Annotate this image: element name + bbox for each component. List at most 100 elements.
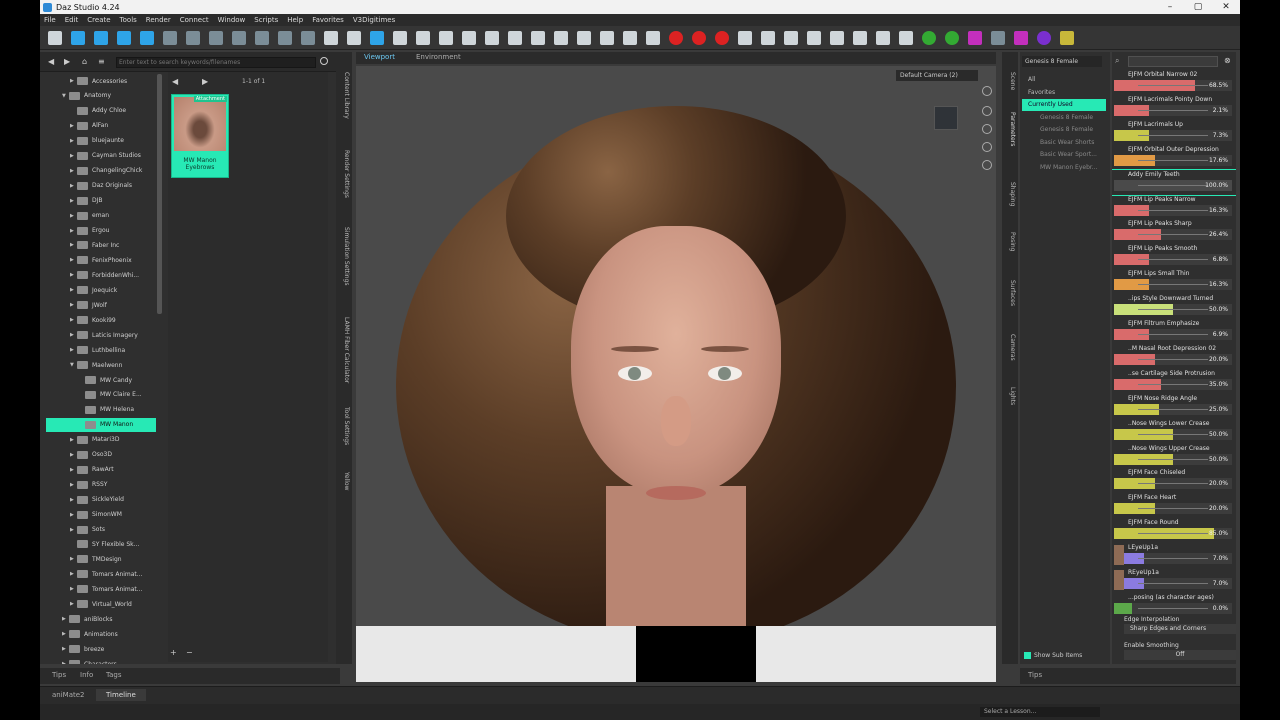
tab-tips-right[interactable]: Tips [1028,671,1042,679]
parameter-bar[interactable]: 20.0% [1114,353,1232,365]
parameter-value[interactable]: 6.9% [1213,331,1228,338]
parameter-slider[interactable]: EJFM Face Round 85.0% [1112,518,1236,543]
expand-arrow-icon[interactable]: ▶ [70,527,77,533]
expand-arrow-icon[interactable]: ▶ [70,482,77,488]
parameter-bar[interactable]: 100.0% [1114,179,1232,191]
figure-pose-5-icon[interactable] [830,30,844,45]
figure-pose-6-icon[interactable] [853,30,867,45]
tree-item[interactable]: MW Claire E... [46,388,156,402]
expand-arrow-icon[interactable]: ▶ [70,213,77,219]
parameter-value[interactable]: 68.5% [1209,82,1228,89]
a-icon[interactable] [1014,30,1028,45]
preset-2-icon[interactable] [255,30,269,45]
tree-item[interactable]: ▶ Virtual_World [46,597,156,611]
tree-item[interactable]: MW Candy [46,373,156,387]
tree-item[interactable]: ▶ bluejaunte [46,134,156,148]
camera-select[interactable]: Default Camera (2) [896,70,978,81]
expand-arrow-icon[interactable]: ▶ [70,153,77,159]
tree-item[interactable]: ▶ Cayman Studios [46,149,156,163]
pose-tool-6-icon[interactable] [577,30,591,45]
expand-arrow-icon[interactable]: ▶ [70,302,77,308]
expand-arrow-icon[interactable]: ▶ [70,586,77,592]
figure-pose-4-icon[interactable] [807,30,821,45]
tree-item[interactable]: ▶ Kooki99 [46,313,156,327]
zoom-icon[interactable] [982,124,992,134]
expand-arrow-icon[interactable]: ▶ [70,601,77,607]
tree-item[interactable]: ▶ AlFan [46,119,156,133]
parameter-bar[interactable]: 85.0% [1114,528,1232,540]
clear-filter-icon[interactable]: ⊗ [1224,56,1231,65]
params-filter-input[interactable] [1128,56,1218,67]
figure-icon[interactable] [163,30,177,45]
tab-info[interactable]: Info [80,671,93,679]
figure-pose-7-icon[interactable] [876,30,890,45]
parameter-value[interactable]: 35.0% [1209,381,1228,388]
figure-select[interactable]: Genesis 8 Female [1022,56,1102,67]
show-sub-items-checkbox[interactable] [1024,652,1031,659]
lesson-select[interactable]: Select a Lesson... [980,707,1100,717]
parameter-value[interactable]: 100.0% [1205,182,1228,189]
menu-file[interactable]: File [44,16,56,24]
expand-arrow-icon[interactable]: ▶ [70,198,77,204]
parameter-bar[interactable]: 25.0% [1114,403,1232,415]
parameter-bar[interactable]: 35.0% [1114,378,1232,390]
parameter-slider[interactable]: EJFM Face Chiseled 20.0% [1112,468,1236,493]
parameter-slider[interactable]: ...posing (as character ages) 0.0% [1112,593,1236,618]
joint-editor-icon[interactable] [393,30,407,45]
expand-arrow-icon[interactable]: ▶ [70,257,77,263]
parameter-bar[interactable]: 7.3% [1114,129,1232,141]
tree-item[interactable]: ▶ JWolf [46,298,156,312]
show-sub-items[interactable]: Show Sub Items [1024,652,1082,659]
pan-icon[interactable] [982,106,992,116]
parameter-bar[interactable]: 20.0% [1114,478,1232,490]
parameter-bar[interactable]: 50.0% [1114,304,1232,316]
minimize-button[interactable]: – [1156,2,1184,12]
expand-arrow-icon[interactable]: ▶ [70,452,77,458]
tree-item[interactable]: MW Helena [46,403,156,417]
parameter-value[interactable]: 85.0% [1209,530,1228,537]
tree-item[interactable]: ▶ Sots [46,523,156,537]
parameter-slider[interactable]: ..Nose Wings Lower Crease 50.0% [1112,419,1236,444]
menu-tools[interactable]: Tools [120,16,137,24]
parameter-bar[interactable]: 16.3% [1114,204,1232,216]
menu-edit[interactable]: Edit [65,16,79,24]
back-arrow-icon[interactable]: ◀ [48,57,54,66]
expand-arrow-icon[interactable]: ▶ [70,571,77,577]
menu-icon[interactable]: ≡ [98,57,105,66]
frame-icon[interactable] [982,142,992,152]
tab-parameters[interactable]: Parameters [1004,112,1016,146]
parameter-slider[interactable]: ..Nose Wings Upper Crease 50.0% [1112,444,1236,469]
parameter-group-item[interactable]: Genesis 8 Female [1022,124,1106,136]
parameter-value[interactable]: 26.4% [1209,231,1228,238]
parameter-value[interactable]: 50.0% [1209,431,1228,438]
expand-arrow-icon[interactable]: ▶ [62,631,69,637]
parameter-slider[interactable]: EJFM Lip Peaks Smooth 6.8% [1112,244,1236,269]
tree-item[interactable]: ▶ Tomars Animat... [46,567,156,581]
tree-item[interactable]: ▶ eman [46,209,156,223]
parameter-bar[interactable]: 7.0% [1114,553,1232,565]
figure-2-icon[interactable] [186,30,200,45]
undo-icon[interactable] [48,30,62,45]
parameter-slider[interactable]: EJFM Lacrimals Up 7.3% [1112,120,1236,145]
figure-pose-2-icon[interactable] [761,30,775,45]
plugin-2-icon[interactable] [1060,30,1074,45]
tree-item[interactable]: ▶ RSSY [46,478,156,492]
parameter-value[interactable]: 20.0% [1209,505,1228,512]
viewport[interactable]: Default Camera (2) [356,66,996,682]
parameter-slider[interactable]: ..M Nasal Root Depression 02 20.0% [1112,344,1236,369]
expand-arrow-icon[interactable]: ▶ [70,242,77,248]
parameter-slider[interactable]: EJFM Orbital Narrow 02 68.5% [1112,70,1236,95]
pose-tool-8-icon[interactable] [623,30,637,45]
parameter-slider[interactable]: EJFM Lip Peaks Sharp 26.4% [1112,219,1236,244]
expand-arrow-icon[interactable]: ▶ [70,138,77,144]
viewport-layout-4-icon[interactable] [140,30,154,45]
tab-tool-settings[interactable]: Tool Settings [338,407,350,445]
parameter-value[interactable]: 6.8% [1213,256,1228,263]
close-button[interactable]: ✕ [1212,2,1240,12]
parameter-value[interactable]: 50.0% [1209,306,1228,313]
expand-arrow-icon[interactable]: ▶ [70,123,77,129]
tab-shaping[interactable]: Shaping [1004,182,1016,206]
parameter-bar[interactable]: 20.0% [1114,503,1232,515]
tab-tips[interactable]: Tips [52,671,66,679]
parameter-value[interactable]: 16.3% [1209,281,1228,288]
